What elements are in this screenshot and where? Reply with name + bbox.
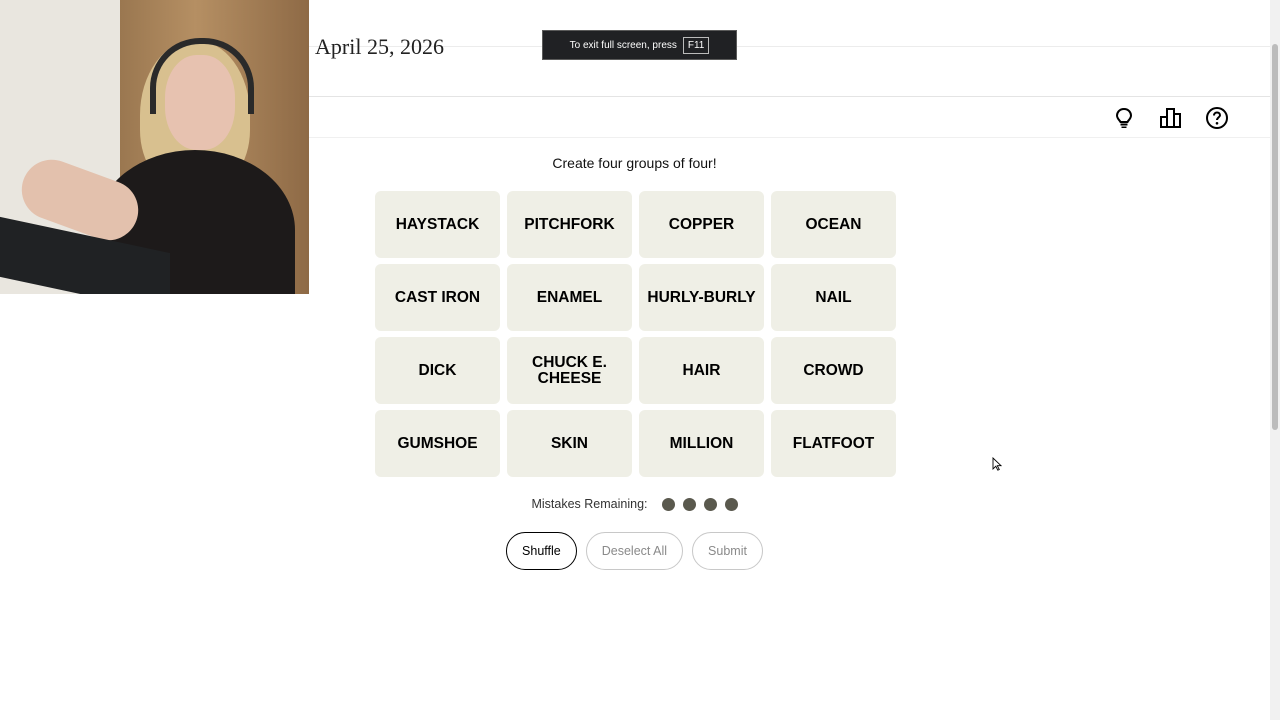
mistake-dot xyxy=(703,497,717,511)
shuffle-button[interactable]: Shuffle xyxy=(506,532,577,570)
mistake-dot xyxy=(724,497,738,511)
word-tile[interactable]: HAIR xyxy=(639,337,764,404)
webcam-overlay xyxy=(0,0,309,294)
word-tile[interactable]: COPPER xyxy=(639,191,764,258)
leaderboard-icon[interactable] xyxy=(1158,105,1184,131)
toast-key: F11 xyxy=(682,36,710,54)
deselect-all-button[interactable]: Deselect All xyxy=(585,532,684,570)
mistakes-label: Mistakes Remaining: xyxy=(531,497,648,511)
word-tile[interactable]: HAYSTACK xyxy=(375,191,500,258)
word-tile[interactable]: ENAMEL xyxy=(507,264,632,331)
word-tile[interactable]: CROWD xyxy=(771,337,896,404)
scrollbar-thumb[interactable] xyxy=(1272,44,1278,430)
page-scrollbar[interactable] xyxy=(1270,0,1280,720)
help-icon[interactable] xyxy=(1204,105,1230,131)
word-tile[interactable]: PITCHFORK xyxy=(507,191,632,258)
word-tile[interactable]: NAIL xyxy=(771,264,896,331)
submit-button[interactable]: Submit xyxy=(692,532,763,570)
toast-text: To exit full screen, press xyxy=(569,39,677,51)
word-tile[interactable]: MILLION xyxy=(639,410,764,477)
mistakes-remaining: Mistakes Remaining: xyxy=(309,497,960,511)
word-tile[interactable]: CAST IRON xyxy=(375,264,500,331)
mouse-cursor-icon xyxy=(992,457,1002,471)
game-instruction: Create four groups of four! xyxy=(552,155,717,171)
mistake-dot xyxy=(661,497,675,511)
mistake-dot xyxy=(682,497,696,511)
action-buttons: Shuffle Deselect All Submit xyxy=(309,532,960,570)
word-tile[interactable]: CHUCK E. CHEESE xyxy=(507,337,632,404)
word-tile[interactable]: HURLY-BURLY xyxy=(639,264,764,331)
word-tile[interactable]: GUMSHOE xyxy=(375,410,500,477)
puzzle-date: April 25, 2026 xyxy=(315,34,444,59)
word-tile[interactable]: SKIN xyxy=(507,410,632,477)
word-grid: HAYSTACK PITCHFORK COPPER OCEAN CAST IRO… xyxy=(375,191,896,477)
word-tile[interactable]: FLATFOOT xyxy=(771,410,896,477)
header-divider xyxy=(309,46,1270,47)
word-tile[interactable]: DICK xyxy=(375,337,500,404)
game-toolbar xyxy=(309,97,1270,138)
mistake-dots xyxy=(661,497,738,511)
lightbulb-icon[interactable] xyxy=(1111,105,1137,131)
page-header: April 25, 2026 xyxy=(309,0,1270,97)
page: April 25, 2026 To exit full screen, pres… xyxy=(0,0,1280,720)
word-tile[interactable]: OCEAN xyxy=(771,191,896,258)
fullscreen-exit-toast: To exit full screen, press F11 xyxy=(542,30,737,60)
